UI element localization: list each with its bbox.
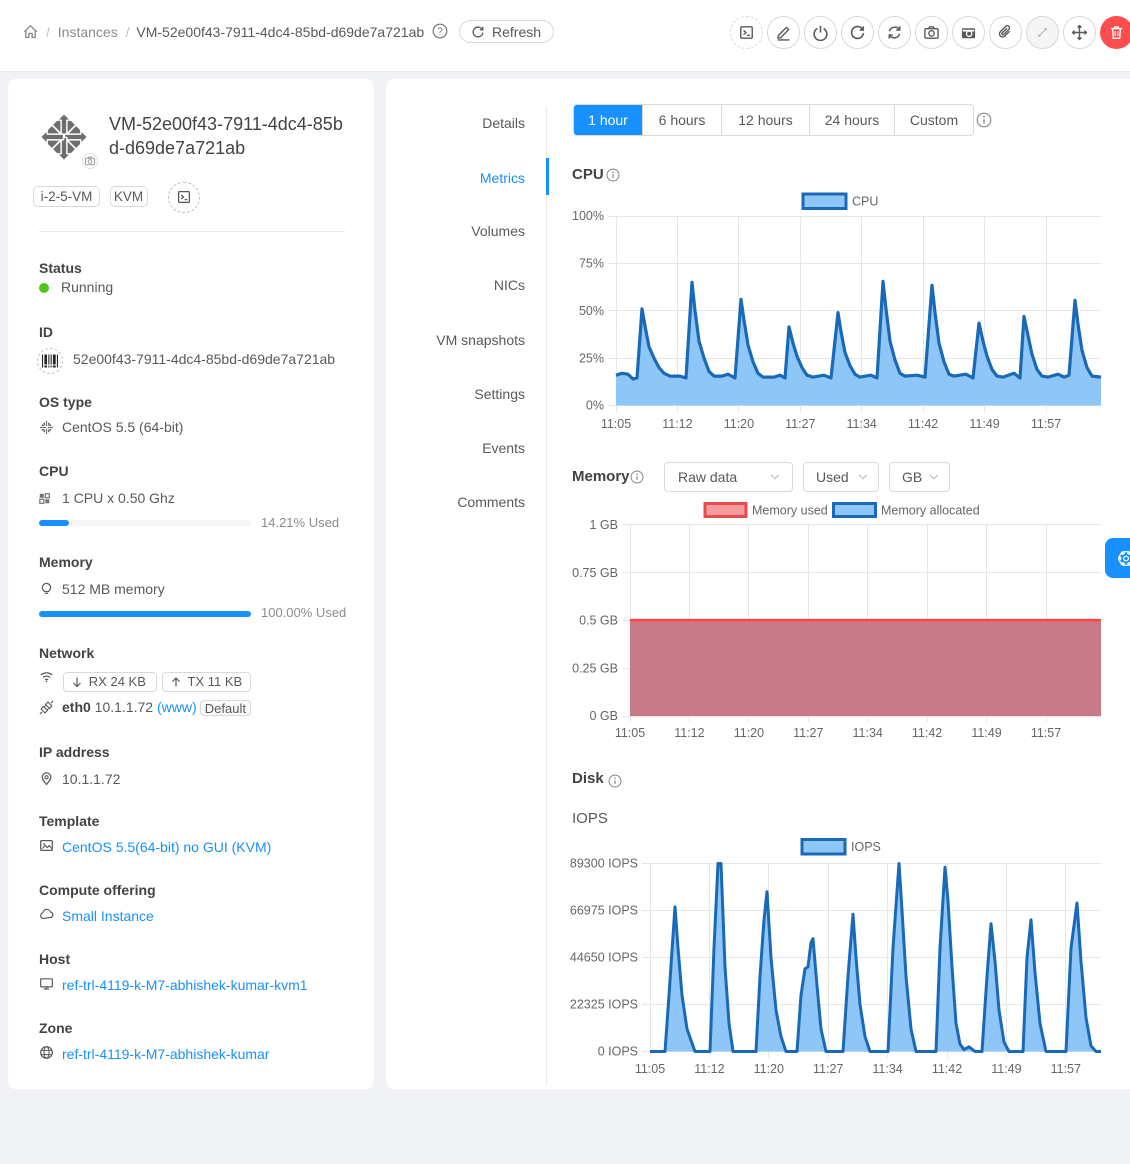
svg-text:11:42: 11:42 bbox=[908, 417, 938, 431]
svg-text:Memory allocated: Memory allocated bbox=[881, 504, 980, 518]
svg-text:11:42: 11:42 bbox=[912, 726, 942, 740]
svg-text:50%: 50% bbox=[579, 304, 604, 318]
svg-text:11:27: 11:27 bbox=[813, 1062, 843, 1076]
svg-text:?: ? bbox=[437, 27, 443, 38]
svg-text:11:05: 11:05 bbox=[615, 726, 645, 740]
svg-text:Memory used: Memory used bbox=[752, 504, 828, 518]
svg-text:11:34: 11:34 bbox=[872, 1062, 902, 1076]
svg-text:11:27: 11:27 bbox=[793, 726, 823, 740]
svg-text:0 IOPS: 0 IOPS bbox=[598, 1045, 638, 1059]
svg-text:0.75 GB: 0.75 GB bbox=[572, 566, 618, 580]
svg-text:1 GB: 1 GB bbox=[590, 518, 619, 532]
svg-text:11:57: 11:57 bbox=[1031, 726, 1061, 740]
svg-text:89300 IOPS: 89300 IOPS bbox=[570, 857, 638, 871]
svg-text:100%: 100% bbox=[572, 209, 604, 223]
svg-text:11:42: 11:42 bbox=[932, 1062, 962, 1076]
svg-text:25%: 25% bbox=[579, 351, 604, 365]
svg-text:11:20: 11:20 bbox=[734, 726, 764, 740]
svg-text:11:34: 11:34 bbox=[853, 726, 883, 740]
svg-text:11:05: 11:05 bbox=[601, 417, 631, 431]
svg-text:11:20: 11:20 bbox=[754, 1062, 784, 1076]
svg-text:11:57: 11:57 bbox=[1051, 1062, 1081, 1076]
svg-text:11:49: 11:49 bbox=[991, 1062, 1021, 1076]
svg-text:75%: 75% bbox=[579, 257, 604, 271]
svg-text:11:27: 11:27 bbox=[785, 417, 815, 431]
svg-text:0.25 GB: 0.25 GB bbox=[572, 661, 618, 675]
svg-text:11:49: 11:49 bbox=[969, 417, 999, 431]
svg-text:44650 IOPS: 44650 IOPS bbox=[570, 951, 638, 965]
svg-text:22325 IOPS: 22325 IOPS bbox=[570, 998, 638, 1012]
svg-text:0 GB: 0 GB bbox=[590, 709, 619, 723]
svg-text:66975 IOPS: 66975 IOPS bbox=[570, 904, 638, 918]
svg-text:11:12: 11:12 bbox=[674, 726, 704, 740]
svg-text:0%: 0% bbox=[586, 399, 604, 413]
svg-text:11:20: 11:20 bbox=[724, 417, 754, 431]
svg-text:11:12: 11:12 bbox=[694, 1062, 724, 1076]
svg-text:CPU: CPU bbox=[852, 195, 878, 209]
svg-text:11:12: 11:12 bbox=[662, 417, 692, 431]
svg-text:11:34: 11:34 bbox=[847, 417, 877, 431]
svg-text:11:05: 11:05 bbox=[635, 1062, 665, 1076]
svg-text:11:57: 11:57 bbox=[1031, 417, 1061, 431]
svg-text:11:49: 11:49 bbox=[971, 726, 1001, 740]
svg-text:0.5 GB: 0.5 GB bbox=[579, 614, 618, 628]
svg-text:IOPS: IOPS bbox=[851, 840, 881, 854]
